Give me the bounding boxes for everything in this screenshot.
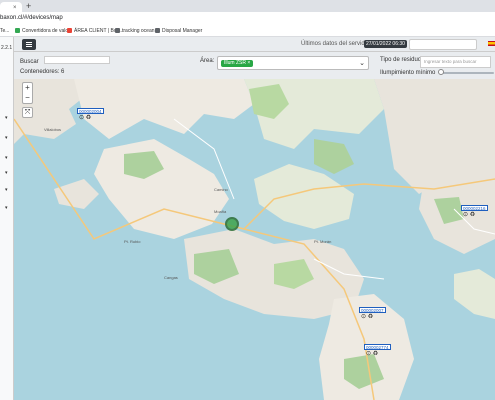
place-label: Villalobos <box>44 127 62 132</box>
recycle-icon[interactable]: ⊙ ♻ <box>366 351 378 358</box>
spain-flag-icon[interactable] <box>488 41 495 46</box>
bookmark-item[interactable]: Convertidora de valo... <box>15 28 72 34</box>
menu-button[interactable] <box>22 39 36 50</box>
recycle-icon[interactable]: ⊙ ♻ <box>79 115 91 122</box>
server-data-label: Últimos datos del servidor: <box>301 41 372 47</box>
browser-tab-bar: × + <box>0 0 495 12</box>
header-select[interactable] <box>409 39 477 50</box>
sidebar-expand-icon[interactable]: ▾ <box>5 170 8 176</box>
residuo-label: Tipo de residuo: <box>380 57 423 63</box>
marker-id[interactable]: 000002216 <box>461 205 488 211</box>
area-select[interactable]: Illum ZSR × ⌄ <box>217 56 369 70</box>
app-header: Últimos datos del servidor: 27/01/2022 0… <box>14 37 495 52</box>
sidebar-expand-icon[interactable]: ▾ <box>5 187 8 193</box>
area-label: Área: <box>200 58 215 64</box>
app-sidebar: 2.2.1 ▾ ▾ ▾ ▾ ▾ ▾ <box>0 37 14 400</box>
containers-count: Contenedores: 6 <box>20 69 65 75</box>
area-tag[interactable]: Illum ZSR × <box>221 60 254 67</box>
recycle-icon[interactable]: ⊙ ♻ <box>361 314 373 321</box>
bookmark-icon <box>67 28 72 33</box>
server-date-badge: 27/01/2022 06:30 <box>364 40 407 48</box>
place-label: Pt. Morán <box>314 239 332 244</box>
sidebar-expand-icon[interactable]: ▾ <box>5 115 8 121</box>
llenado-label: Ilumpimiento mínimo <box>380 70 436 76</box>
place-label: Moaña <box>214 209 227 214</box>
zoom-in-button[interactable]: + <box>23 83 32 93</box>
bookmark-item[interactable]: Te... <box>0 28 9 34</box>
llenado-slider-thumb[interactable] <box>438 69 444 75</box>
place-label: Cangas <box>164 275 178 280</box>
sidebar-expand-icon[interactable]: ▾ <box>5 205 8 211</box>
app-version: 2.2.1 <box>1 45 13 51</box>
marker-cluster[interactable] <box>225 217 239 231</box>
place-label: Camino <box>214 187 228 192</box>
hamburger-icon <box>26 46 32 47</box>
hamburger-icon <box>26 44 32 45</box>
bookmark-icon <box>115 28 120 33</box>
search-label: Buscar <box>20 59 39 65</box>
marker-id[interactable]: 000002004 <box>77 108 104 114</box>
bookmarks-bar: Te... Convertidora de valo... ÁREA CLIEN… <box>0 26 495 37</box>
map-tiles <box>14 79 495 400</box>
place-label: Pt. Rubio <box>124 239 141 244</box>
hamburger-icon <box>26 42 32 43</box>
zoom-out-button[interactable]: − <box>23 93 32 103</box>
zoom-control: + − <box>22 82 33 104</box>
bookmark-icon <box>155 28 160 33</box>
url-text[interactable]: baxon.cl/#/devices/map <box>0 15 63 22</box>
fullscreen-icon[interactable]: ⤧ <box>22 107 33 118</box>
marker-id[interactable]: 000002007 <box>359 307 386 313</box>
browser-tab[interactable]: × <box>0 2 22 12</box>
address-bar[interactable]: baxon.cl/#/devices/map <box>0 12 495 26</box>
sidebar-expand-icon[interactable]: ▾ <box>5 155 8 161</box>
close-tab-icon[interactable]: × <box>13 5 17 11</box>
recycle-icon[interactable]: ⊙ ♻ <box>463 212 475 219</box>
residuo-input[interactable]: Ingresar texto para buscar <box>420 56 491 68</box>
map-view[interactable]: + − ⤧ 000002004 ⊙ ♻ 000002216 ⊙ ♻ 000002… <box>14 79 495 400</box>
bookmark-item[interactable]: Disposal Manager <box>155 28 202 34</box>
search-input[interactable] <box>44 56 110 64</box>
marker-id[interactable]: 000002774 <box>364 344 391 350</box>
sidebar-expand-icon[interactable]: ▾ <box>5 135 8 141</box>
filter-bar: Buscar Contenedores: 6 Área: Illum ZSR ×… <box>14 52 495 79</box>
llenado-slider-track[interactable] <box>440 72 494 74</box>
bookmark-icon <box>15 28 20 33</box>
chevron-down-icon[interactable]: ⌄ <box>359 59 365 67</box>
bookmark-item[interactable]: tracking ocean <box>115 28 155 34</box>
new-tab-button[interactable]: + <box>26 2 31 11</box>
